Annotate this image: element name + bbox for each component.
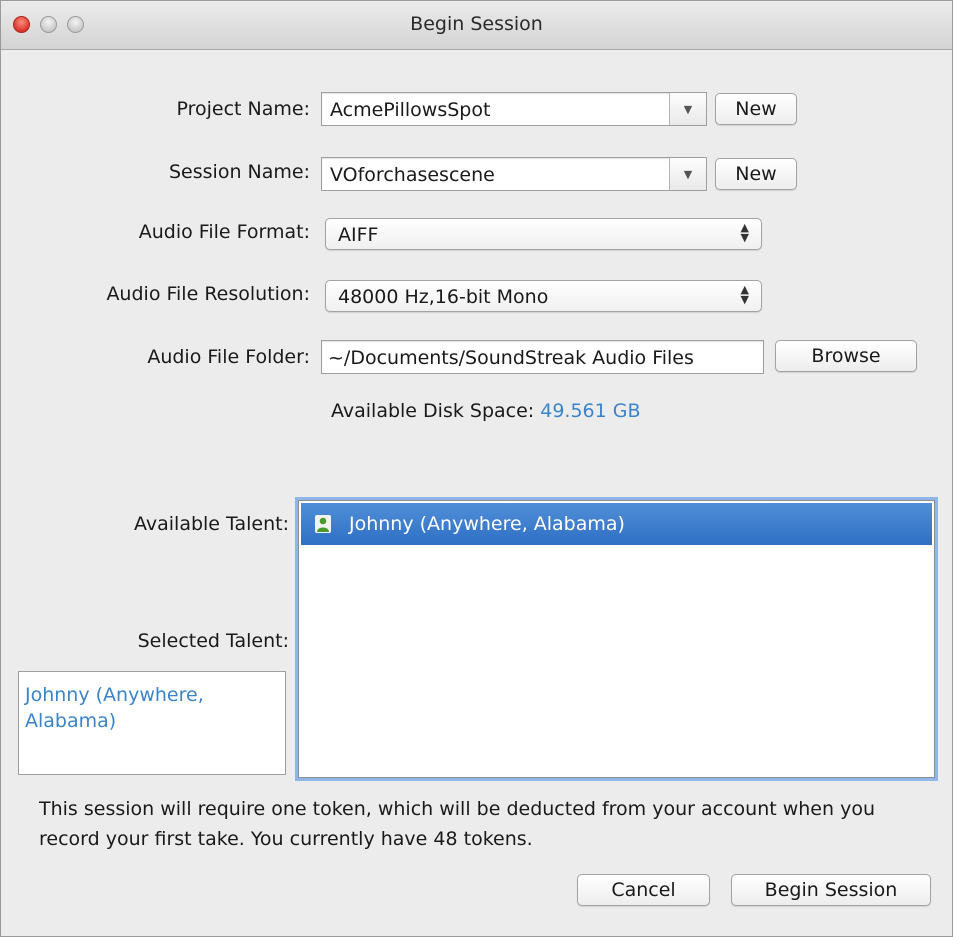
project-name-label: Project Name: — [176, 98, 310, 120]
audio-folder-label: Audio File Folder: — [147, 346, 310, 368]
project-name-value[interactable]: AcmePillowsSpot — [330, 99, 490, 121]
available-talent-label: Available Talent: — [133, 513, 289, 535]
audio-resolution-popup[interactable]: 48000 Hz,16-bit Mono ▲ ▼ — [325, 280, 762, 312]
begin-session-button[interactable]: Begin Session — [731, 874, 931, 906]
talent-list-item[interactable]: Johnny (Anywhere, Alabama) — [301, 503, 932, 545]
project-name-combobox[interactable]: AcmePillowsSpot ▼ — [321, 92, 707, 126]
updown-arrows-icon: ▲ ▼ — [740, 221, 749, 244]
available-talent-list[interactable]: Johnny (Anywhere, Alabama) — [298, 500, 935, 778]
disk-space-readout: Available Disk Space: 49.561 GB — [331, 400, 641, 422]
selected-talent-label: Selected Talent: — [137, 630, 289, 652]
begin-session-dialog: Begin Session Project Name: AcmePillowsS… — [0, 0, 953, 937]
updown-arrows-icon: ▲ ▼ — [740, 283, 749, 306]
session-name-dropdown-arrow[interactable]: ▼ — [669, 158, 706, 190]
selected-talent-item[interactable]: Johnny (Anywhere, Alabama) — [25, 682, 275, 734]
session-name-label: Session Name: — [169, 161, 310, 183]
new-project-button[interactable]: New — [715, 93, 797, 125]
session-name-combobox[interactable]: VOforchasescene ▼ — [321, 157, 707, 191]
audio-folder-field[interactable]: ~/Documents/SoundStreak Audio Files — [321, 340, 764, 374]
audio-format-value: AIFF — [338, 224, 379, 246]
person-icon — [315, 515, 331, 533]
chevron-down-icon: ▼ — [683, 102, 693, 116]
new-session-button[interactable]: New — [715, 158, 797, 190]
selected-talent-list[interactable]: Johnny (Anywhere, Alabama) — [18, 671, 286, 775]
session-name-value[interactable]: VOforchasescene — [330, 164, 495, 186]
disk-space-value: 49.561 GB — [540, 400, 641, 422]
browse-button[interactable]: Browse — [775, 340, 917, 372]
token-notice: This session will require one token, whi… — [39, 798, 875, 850]
project-name-dropdown-arrow[interactable]: ▼ — [669, 93, 706, 125]
window-title: Begin Session — [410, 13, 543, 35]
audio-resolution-value: 48000 Hz,16-bit Mono — [338, 286, 549, 308]
audio-format-popup[interactable]: AIFF ▲ ▼ — [325, 218, 762, 250]
audio-format-label: Audio File Format: — [138, 221, 310, 243]
audio-folder-value: ~/Documents/SoundStreak Audio Files — [328, 347, 694, 369]
chevron-down-icon: ▼ — [683, 167, 693, 181]
audio-resolution-label: Audio File Resolution: — [106, 283, 310, 305]
disk-space-label: Available Disk Space: — [331, 400, 535, 422]
talent-list-item-label: Johnny (Anywhere, Alabama) — [349, 513, 625, 535]
title-bar[interactable]: Begin Session — [1, 1, 952, 50]
cancel-button[interactable]: Cancel — [577, 874, 710, 906]
